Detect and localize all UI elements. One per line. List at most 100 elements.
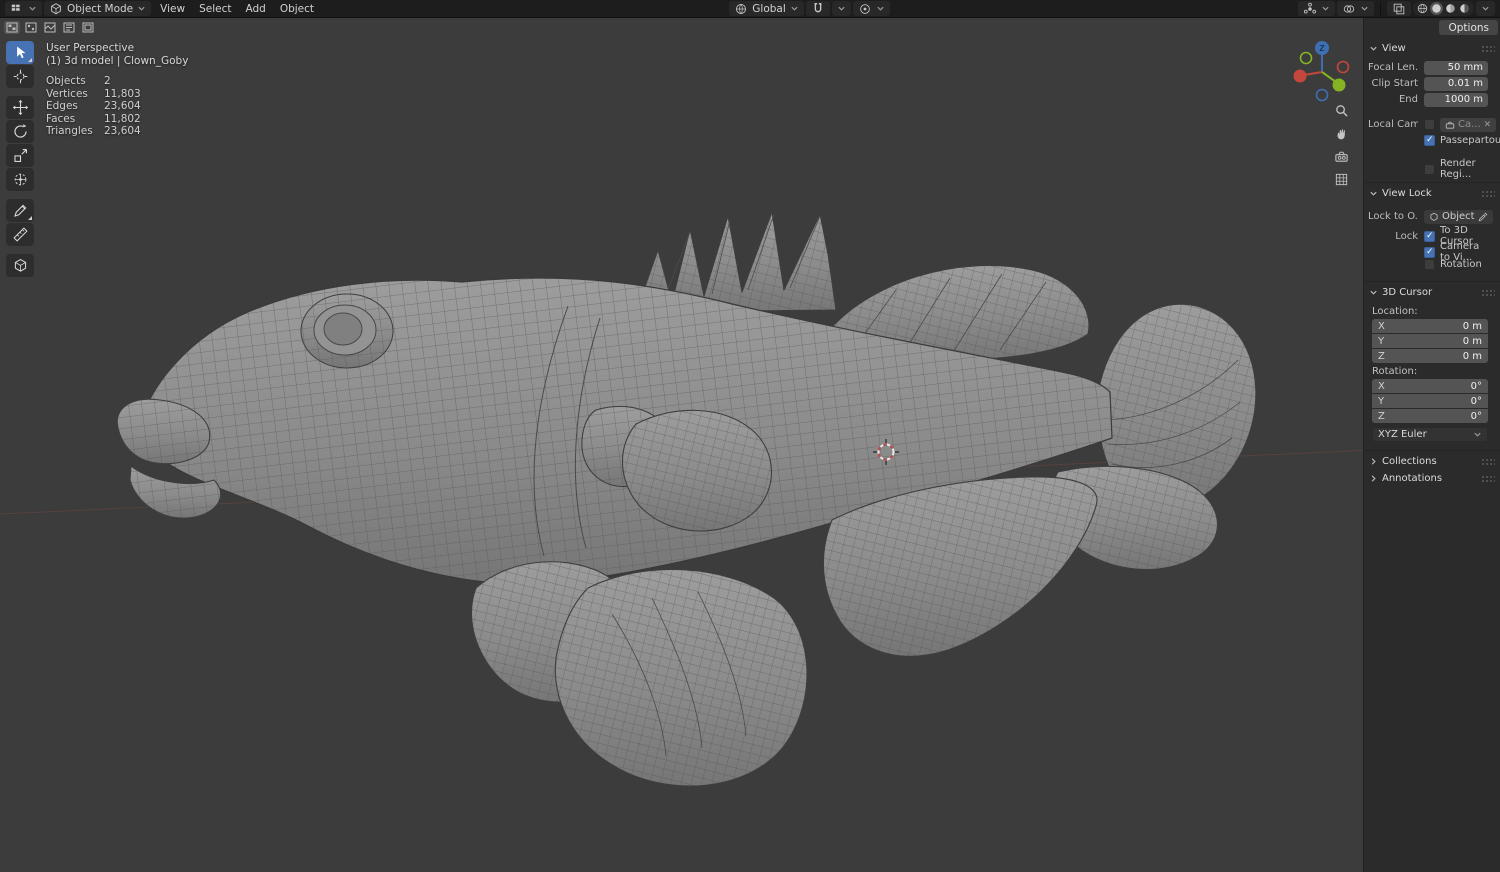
transform-orientation-dropdown[interactable]: Global <box>729 1 804 16</box>
gizmo-neg-y-ball[interactable] <box>1299 51 1313 65</box>
camera-view-button[interactable] <box>1331 147 1351 166</box>
passepartout-checkbox[interactable] <box>1424 135 1435 146</box>
object-mode-icon <box>51 2 61 14</box>
proportional-edit-toggle[interactable] <box>852 1 890 16</box>
fish-model[interactable] <box>116 211 1257 787</box>
cursor-location-sliders: X0 m Y0 m Z0 m <box>1372 319 1488 363</box>
lock-object-value: Object <box>1442 211 1475 222</box>
lock-object-field[interactable]: Object <box>1424 209 1493 224</box>
section-header-view-lock[interactable]: View Lock <box>1364 185 1500 202</box>
local-camera-checkbox[interactable] <box>1424 119 1435 130</box>
cursor-location-z[interactable]: Z0 m <box>1372 349 1488 363</box>
cursor-rotation-x[interactable]: X 0° <box>1372 379 1488 393</box>
section-header-view[interactable]: View <box>1364 40 1500 57</box>
annotate-tool[interactable] <box>6 199 34 222</box>
menu-add[interactable]: Add <box>238 2 272 16</box>
strip-toggle-4-icon[interactable] <box>61 21 77 34</box>
clear-icon[interactable]: ✕ <box>1484 120 1492 130</box>
lock-label: Lock <box>1395 230 1418 242</box>
magnifier-icon <box>1335 105 1348 117</box>
panel-drag-dots[interactable] <box>1481 45 1495 52</box>
clip-end-field[interactable]: 1000 m <box>1424 92 1488 107</box>
ortho-toggle-button[interactable] <box>1331 170 1351 189</box>
stat-label: Faces <box>46 112 76 125</box>
chevron-down-icon <box>1370 191 1377 196</box>
panel-drag-dots[interactable] <box>1481 458 1495 465</box>
snap-toggle[interactable] <box>805 1 830 16</box>
cursor-tool[interactable] <box>6 65 34 88</box>
eyedropper-icon[interactable] <box>1478 212 1488 222</box>
cursor-location-y[interactable]: Y0 m <box>1372 334 1488 348</box>
chevron-down-icon <box>1322 6 1329 11</box>
clip-start-field[interactable]: 0.01 m <box>1424 76 1488 91</box>
menu-bar: View Select Add Object <box>153 2 321 16</box>
scale-tool[interactable] <box>6 144 34 167</box>
navigation-gizmo[interactable]: Z <box>1287 36 1357 106</box>
strip-toggle-5-icon[interactable] <box>80 21 96 34</box>
panel-drag-dots[interactable] <box>1481 289 1495 296</box>
editor-type-icon <box>11 4 20 11</box>
lock-rotation-checkbox[interactable] <box>1424 259 1435 270</box>
panel-drag-dots[interactable] <box>1481 475 1495 482</box>
zoom-button[interactable] <box>1331 101 1351 120</box>
select-box-tool[interactable] <box>6 41 34 64</box>
scale-icon <box>13 148 27 163</box>
menu-select[interactable]: Select <box>192 2 238 16</box>
xray-toggle[interactable] <box>1387 1 1411 16</box>
cursor-location-label: Location: <box>1372 306 1418 317</box>
rotate-tool[interactable] <box>6 120 34 143</box>
to-3d-cursor-checkbox[interactable] <box>1424 230 1435 242</box>
chevron-down-icon <box>791 6 798 11</box>
shading-wireframe-button[interactable] <box>1416 2 1429 15</box>
gizmo-y-axis-ball[interactable] <box>1332 78 1346 92</box>
euler-order-value: XYZ Euler <box>1378 429 1427 440</box>
measure-tool[interactable] <box>6 223 34 246</box>
cursor-rotation-z[interactable]: Z 0° <box>1372 409 1488 423</box>
shading-solid-button[interactable] <box>1430 2 1443 15</box>
strip-toggle-3-icon[interactable] <box>42 21 58 34</box>
add-primitive-tool[interactable] <box>6 254 34 277</box>
local-camera-field[interactable]: Ca... ✕ <box>1440 117 1497 132</box>
show-gizmo-dropdown[interactable] <box>1298 1 1335 16</box>
cursor-rotation-y[interactable]: Y 0° <box>1372 394 1488 408</box>
menu-view[interactable]: View <box>153 2 192 16</box>
overlays-dropdown[interactable] <box>1337 1 1374 16</box>
clip-end-label: End <box>1398 94 1418 105</box>
strip-toggle-1-icon[interactable] <box>4 21 20 34</box>
focal-length-field[interactable]: 50 mm <box>1424 60 1488 75</box>
chevron-down-icon <box>1361 6 1368 11</box>
menu-object[interactable]: Object <box>273 2 321 16</box>
gizmo-x-axis-ball[interactable] <box>1293 69 1307 83</box>
gizmo-z-label: Z <box>1319 44 1325 53</box>
section-header-collections[interactable]: Collections <box>1364 453 1500 470</box>
viewport-tools <box>1331 101 1351 189</box>
strip-toggle-2-icon[interactable] <box>23 21 39 34</box>
options-button[interactable]: Options <box>1439 20 1498 35</box>
render-region-checkbox[interactable] <box>1424 163 1435 175</box>
move-tool[interactable] <box>6 96 34 119</box>
mode-dropdown[interactable]: Object Mode <box>44 1 152 16</box>
snap-settings-dropdown[interactable] <box>831 1 851 16</box>
stat-value: 11,802 <box>104 112 141 125</box>
transform-tool[interactable] <box>6 168 34 191</box>
stat-value: 23,604 <box>104 100 141 112</box>
editor-type-button[interactable] <box>5 1 42 16</box>
camera-to-view-checkbox[interactable] <box>1424 246 1435 258</box>
stat-value: 11,803 <box>104 87 141 100</box>
gizmo-neg-z-ball[interactable] <box>1315 88 1329 102</box>
pan-button[interactable] <box>1331 124 1351 143</box>
section-header-3d-cursor[interactable]: 3D Cursor <box>1364 284 1500 301</box>
gizmo-neg-x-ball[interactable] <box>1336 60 1350 74</box>
shading-material-button[interactable] <box>1444 2 1457 15</box>
stat-value: 23,604 <box>104 125 141 137</box>
pen-icon <box>13 204 26 217</box>
shading-settings-dropdown[interactable] <box>1476 1 1495 16</box>
panel-drag-dots[interactable] <box>1481 190 1495 197</box>
section-header-annotations[interactable]: Annotations <box>1364 470 1500 487</box>
shading-rendered-button[interactable] <box>1458 2 1471 15</box>
cursor-location-x[interactable]: X0 m <box>1372 319 1488 333</box>
euler-order-dropdown[interactable]: XYZ Euler <box>1372 427 1488 442</box>
viewport-3d[interactable] <box>0 0 1500 872</box>
globe-icon <box>736 3 747 14</box>
rendered-sphere-icon <box>1460 4 1469 13</box>
